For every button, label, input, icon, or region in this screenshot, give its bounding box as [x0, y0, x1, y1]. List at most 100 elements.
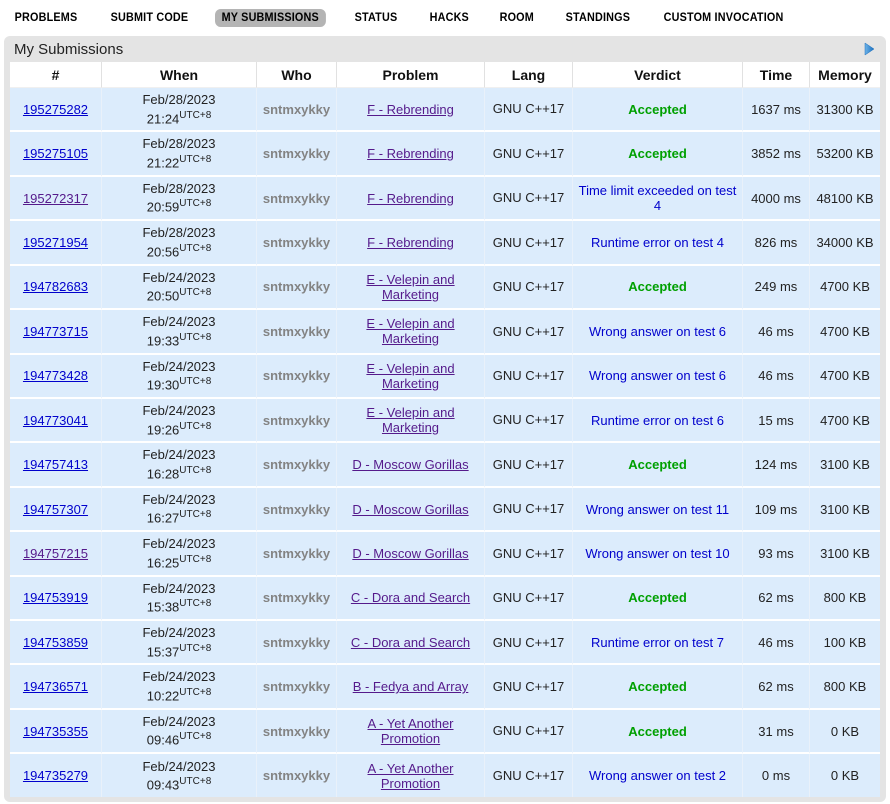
memory-cell: 3100 KB [810, 488, 880, 532]
nav-item-status[interactable]: Status [348, 9, 404, 27]
submission-row: 194736571 Feb/24/2023 10:22UTC+8 sntmxyk… [10, 665, 880, 709]
submission-row: 194753859 Feb/24/2023 15:37UTC+8 sntmxyk… [10, 621, 880, 665]
submission-id-link[interactable]: 194757215 [23, 546, 88, 561]
timezone-label: UTC+8 [179, 554, 211, 565]
exec-time-cell: 46 ms [743, 355, 810, 399]
user-link[interactable]: sntmxykky [263, 679, 330, 694]
verdict-text: Wrong answer on test 6 [589, 368, 726, 383]
submission-id-link[interactable]: 195275282 [23, 102, 88, 117]
submission-id-link[interactable]: 194753859 [23, 635, 88, 650]
submission-row: 195275105 Feb/28/2023 21:22UTC+8 sntmxyk… [10, 132, 880, 176]
nav-item-standings[interactable]: Standings [559, 9, 637, 27]
submission-row: 195271954 Feb/28/2023 20:56UTC+8 sntmxyk… [10, 221, 880, 265]
user-link[interactable]: sntmxykky [263, 546, 330, 561]
submission-id-link[interactable]: 194773715 [23, 324, 88, 339]
exec-time-cell: 3852 ms [743, 132, 810, 176]
verdict-text: Accepted [628, 279, 687, 294]
user-link[interactable]: sntmxykky [263, 590, 330, 605]
submission-id-link[interactable]: 194773428 [23, 368, 88, 383]
submission-row: 194735279 Feb/24/2023 09:43UTC+8 sntmxyk… [10, 754, 880, 797]
user-link[interactable]: sntmxykky [263, 457, 330, 472]
nav-item-submit-code[interactable]: Submit Code [104, 9, 195, 27]
problem-link[interactable]: A - Yet Another Promotion [367, 761, 453, 791]
col-header-verdict: Verdict [573, 62, 743, 88]
problem-link[interactable]: C - Dora and Search [351, 635, 470, 650]
nav-item-custom-invocation[interactable]: Custom Invocation [657, 9, 790, 27]
submission-id-link[interactable]: 194757413 [23, 457, 88, 472]
submission-time: 20:50UTC+8 [107, 286, 251, 305]
timezone-label: UTC+8 [179, 198, 211, 209]
expand-arrow-icon[interactable] [862, 42, 876, 56]
submissions-table: # When Who Problem Lang Verdict Time Mem… [10, 62, 880, 797]
submission-id-link[interactable]: 194773041 [23, 413, 88, 428]
submission-id-link[interactable]: 194735355 [23, 724, 88, 739]
nav-item-problems[interactable]: Problems [8, 9, 84, 27]
problem-link[interactable]: E - Velepin and Marketing [366, 405, 454, 435]
submission-id-link[interactable]: 195271954 [23, 235, 88, 250]
user-link[interactable]: sntmxykky [263, 279, 330, 294]
language-cell: GNU C++17 [485, 310, 573, 354]
exec-time-cell: 62 ms [743, 577, 810, 621]
problem-link[interactable]: E - Velepin and Marketing [366, 316, 454, 346]
exec-time-cell: 93 ms [743, 532, 810, 576]
user-link[interactable]: sntmxykky [263, 102, 330, 117]
verdict-text: Wrong answer on test 11 [586, 502, 729, 517]
verdict-text: Wrong answer on test 2 [589, 768, 726, 783]
problem-link[interactable]: D - Moscow Gorillas [352, 457, 468, 472]
problem-link[interactable]: A - Yet Another Promotion [367, 716, 453, 746]
language-cell: GNU C++17 [485, 488, 573, 532]
submission-id-link[interactable]: 194757307 [23, 502, 88, 517]
problem-link[interactable]: D - Moscow Gorillas [352, 502, 468, 517]
submission-row: 194757215 Feb/24/2023 16:25UTC+8 sntmxyk… [10, 532, 880, 576]
memory-cell: 3100 KB [810, 443, 880, 487]
user-link[interactable]: sntmxykky [263, 235, 330, 250]
nav-item-my-submissions[interactable]: My Submissions [215, 9, 326, 27]
submission-row: 194735355 Feb/24/2023 09:46UTC+8 sntmxyk… [10, 710, 880, 754]
col-header-id: # [10, 62, 102, 88]
problem-link[interactable]: E - Velepin and Marketing [366, 272, 454, 302]
exec-time-cell: 4000 ms [743, 177, 810, 221]
language-cell: GNU C++17 [485, 266, 573, 310]
verdict-text: Runtime error on test 4 [591, 235, 724, 250]
user-link[interactable]: sntmxykky [263, 413, 330, 428]
submission-id-link[interactable]: 194753919 [23, 590, 88, 605]
user-link[interactable]: sntmxykky [263, 368, 330, 383]
user-link[interactable]: sntmxykky [263, 635, 330, 650]
user-link[interactable]: sntmxykky [263, 768, 330, 783]
submission-id-link[interactable]: 195272317 [23, 191, 88, 206]
submission-id-link[interactable]: 194736571 [23, 679, 88, 694]
timezone-label: UTC+8 [179, 776, 211, 787]
problem-link[interactable]: F - Rebrending [367, 102, 454, 117]
user-link[interactable]: sntmxykky [263, 724, 330, 739]
problem-link[interactable]: E - Velepin and Marketing [366, 361, 454, 391]
page-title: My Submissions [14, 41, 123, 58]
nav-item-hacks[interactable]: Hacks [423, 9, 476, 27]
submission-id-link[interactable]: 194735279 [23, 768, 88, 783]
problem-link[interactable]: C - Dora and Search [351, 590, 470, 605]
contest-nav: Problems Submit Code My Submissions Stat… [0, 0, 890, 34]
nav-item-room[interactable]: Room [493, 9, 541, 27]
user-link[interactable]: sntmxykky [263, 324, 330, 339]
submission-time: 16:25UTC+8 [107, 553, 251, 572]
problem-link[interactable]: D - Moscow Gorillas [352, 546, 468, 561]
submission-date: Feb/24/2023 [107, 535, 251, 553]
timezone-label: UTC+8 [179, 598, 211, 609]
submission-id-link[interactable]: 195275105 [23, 146, 88, 161]
user-link[interactable]: sntmxykky [263, 146, 330, 161]
timezone-label: UTC+8 [179, 643, 211, 654]
submission-time: 16:27UTC+8 [107, 508, 251, 527]
memory-cell: 4700 KB [810, 355, 880, 399]
language-cell: GNU C++17 [485, 577, 573, 621]
verdict-text: Accepted [628, 724, 687, 739]
problem-link[interactable]: F - Rebrending [367, 146, 454, 161]
exec-time-cell: 0 ms [743, 754, 810, 797]
user-link[interactable]: sntmxykky [263, 191, 330, 206]
language-cell: GNU C++17 [485, 132, 573, 176]
exec-time-cell: 124 ms [743, 443, 810, 487]
problem-link[interactable]: B - Fedya and Array [353, 679, 469, 694]
problem-link[interactable]: F - Rebrending [367, 191, 454, 206]
user-link[interactable]: sntmxykky [263, 502, 330, 517]
submission-date: Feb/24/2023 [107, 446, 251, 464]
problem-link[interactable]: F - Rebrending [367, 235, 454, 250]
submission-id-link[interactable]: 194782683 [23, 279, 88, 294]
